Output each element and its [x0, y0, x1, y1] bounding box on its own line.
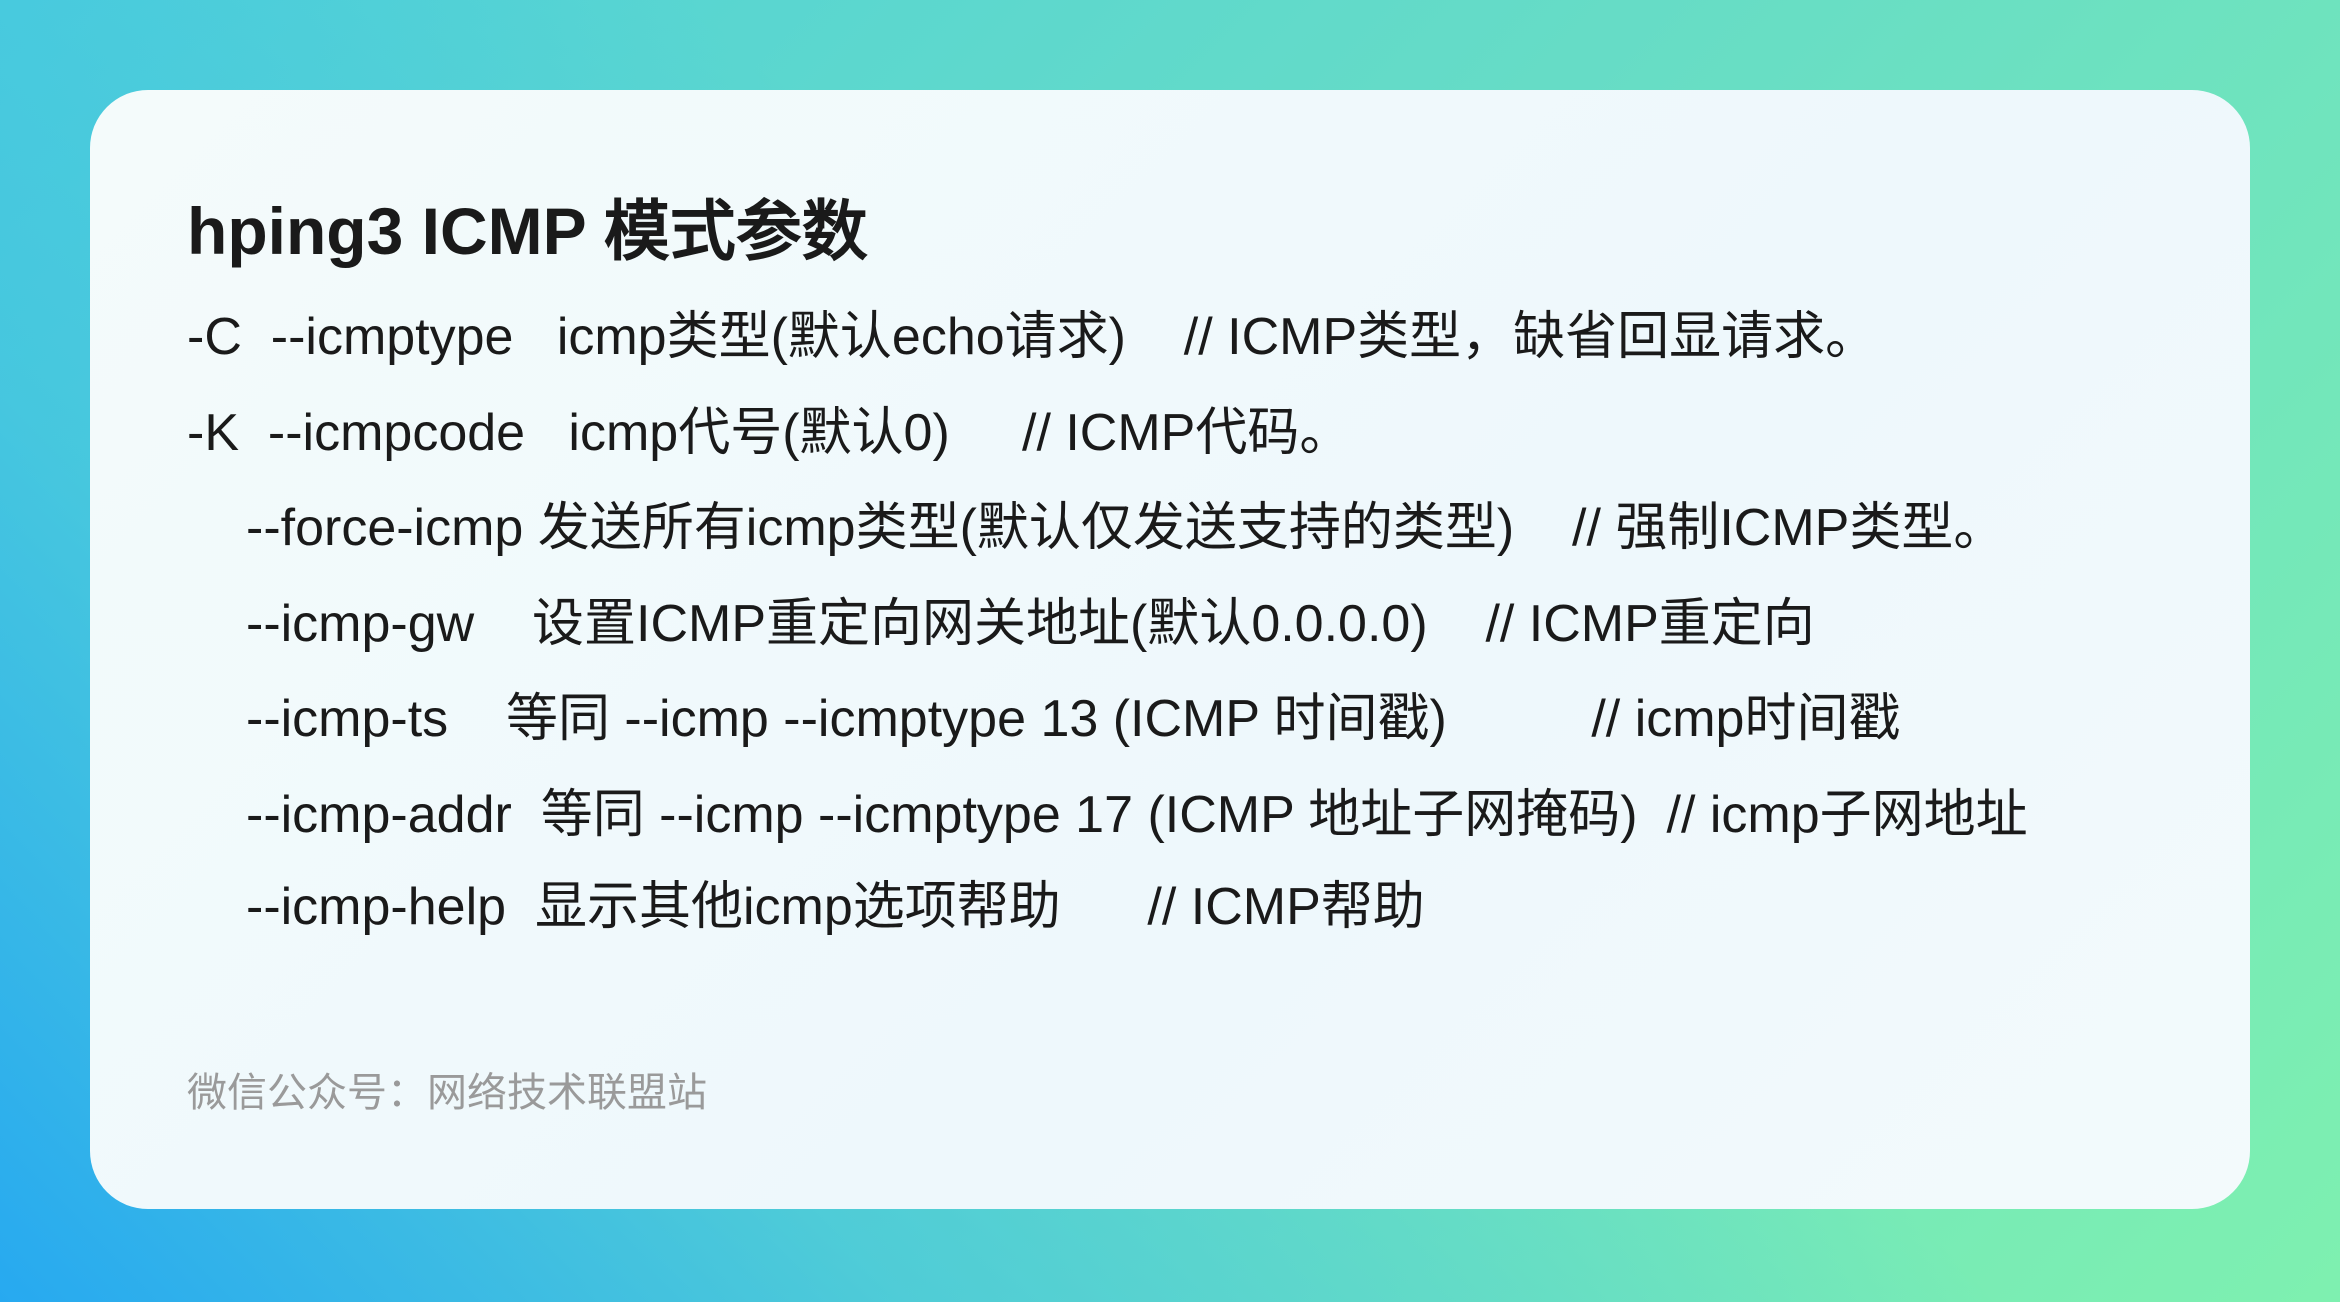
param-line-icmp-gw: --icmp-gw 设置ICMP重定向网关地址(默认0.0.0.0) // IC…	[246, 595, 1815, 653]
param-line-icmptype: -C --icmptype icmp类型(默认echo请求) // ICMP类型…	[187, 308, 1878, 366]
page-title: hping3 ICMP 模式参数	[187, 194, 868, 268]
param-line-force-icmp: --force-icmp 发送所有icmp类型(默认仅发送支持的类型) // 强…	[246, 499, 2006, 557]
footer-credit: 微信公众号：网络技术联盟站	[187, 1071, 707, 1115]
param-line-icmp-addr: --icmp-addr 等同 --icmp --icmptype 17 (ICM…	[246, 786, 2028, 844]
param-line-icmp-ts: --icmp-ts 等同 --icmp --icmptype 13 (ICMP …	[246, 690, 1901, 748]
param-line-icmp-help: --icmp-help 显示其他icmp选项帮助 // ICMP帮助	[246, 878, 1425, 936]
content-card: hping3 ICMP 模式参数 -C --icmptype icmp类型(默认…	[90, 90, 2250, 1209]
param-line-icmpcode: -K --icmpcode icmp代号(默认0) // ICMP代码。	[187, 404, 1352, 462]
